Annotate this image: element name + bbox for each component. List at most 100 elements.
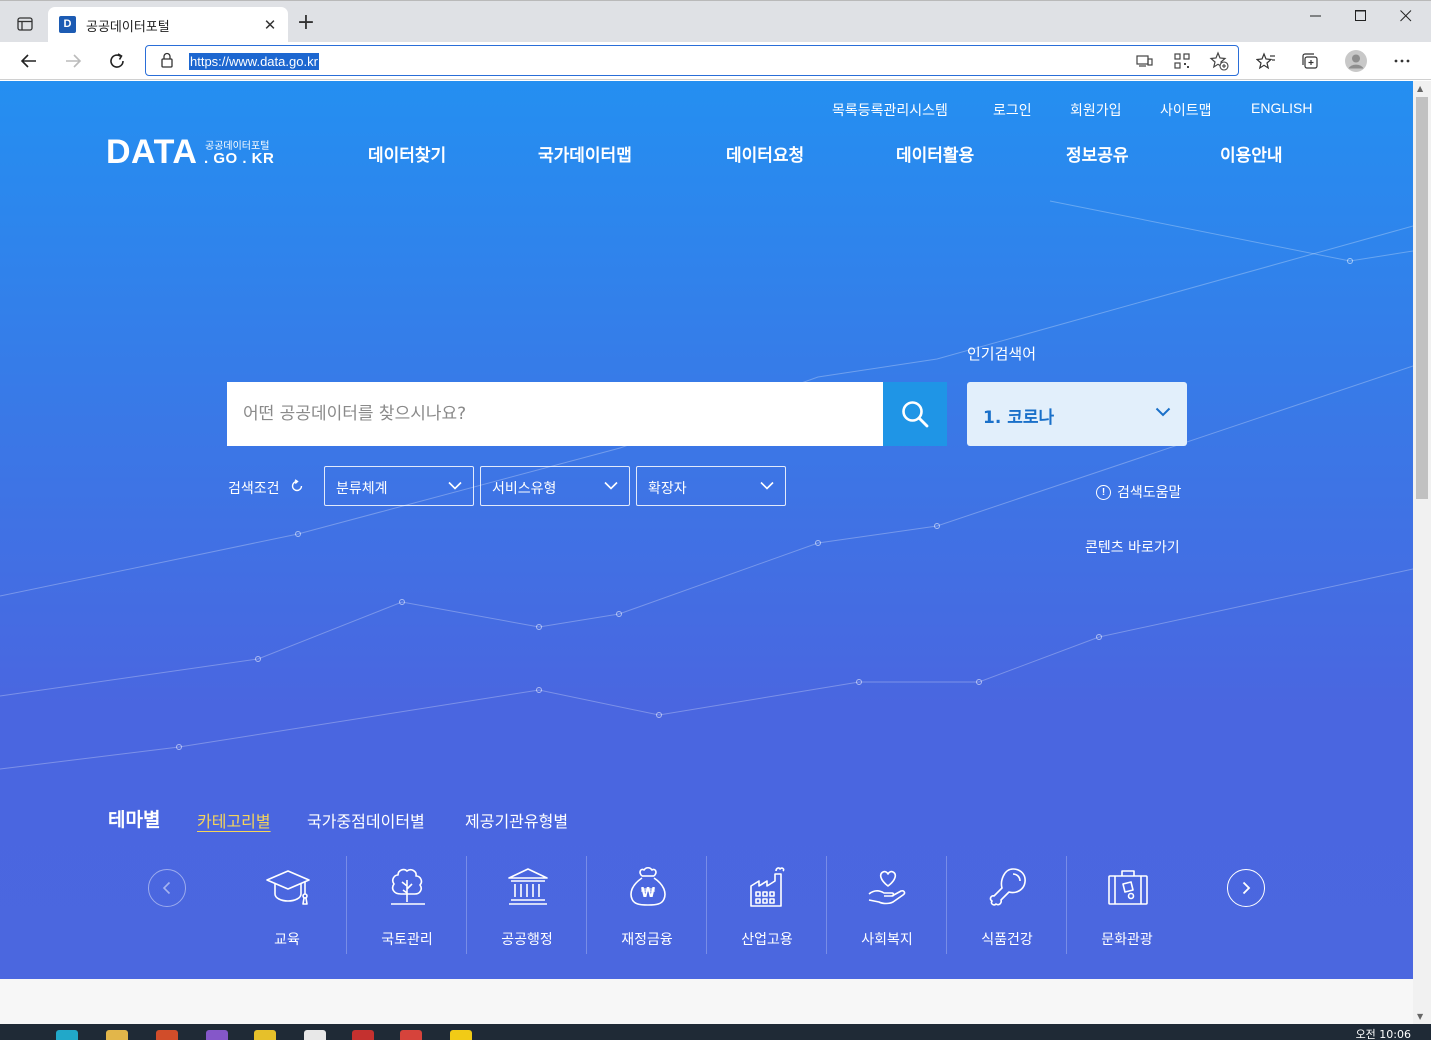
category-label: 재정금융	[621, 932, 673, 948]
lock-icon[interactable]	[160, 52, 174, 69]
util-link-catalog-system[interactable]: 목록등록관리시스템	[832, 100, 948, 120]
theme-tab-category[interactable]: 카테고리별	[197, 808, 271, 832]
nav-data-search[interactable]: 데이터찾기	[368, 141, 446, 166]
category-industry-employment[interactable]: 산업고용	[707, 856, 827, 954]
tab-close-icon[interactable]: ✕	[260, 15, 280, 35]
util-link-sitemap[interactable]: 사이트맵	[1160, 100, 1212, 120]
scroll-up-icon[interactable]: ▲	[1417, 84, 1423, 93]
category-culture-tourism[interactable]: 문화관광	[1067, 856, 1187, 954]
profile-button[interactable]	[1341, 46, 1371, 76]
decorative-line-graph	[0, 200, 1413, 770]
category-label: 산업고용	[741, 932, 793, 948]
carousel-prev-button[interactable]	[148, 869, 186, 907]
search-conditions-label: 검색조건	[228, 481, 280, 497]
nav-info-share[interactable]: 정보공유	[1066, 141, 1129, 166]
new-tab-button[interactable]: +	[293, 10, 319, 36]
maximize-icon	[1355, 10, 1366, 21]
search-input[interactable]	[227, 382, 883, 446]
scrollbar-thumb[interactable]	[1416, 97, 1428, 499]
settings-more-button[interactable]	[1387, 46, 1417, 76]
site-favicon-icon: D	[59, 16, 76, 33]
chevron-down-icon	[1155, 407, 1171, 417]
heart-hand-icon	[868, 870, 906, 905]
popular-keywords-label: 인기검색어	[967, 345, 1037, 363]
taskbar-app-icon[interactable]	[206, 1030, 228, 1040]
taskbar-app-icon[interactable]	[400, 1030, 422, 1040]
carousel-next-button[interactable]	[1227, 869, 1265, 907]
content-shortcut-link[interactable]: 콘텐츠 바로가기	[1085, 537, 1180, 557]
taskbar-app-icon[interactable]	[56, 1030, 78, 1040]
chevron-right-icon	[1242, 881, 1251, 895]
filter-label: 서비스유형	[492, 481, 557, 497]
util-link-english[interactable]: ENGLISH	[1251, 100, 1312, 116]
svg-text:₩: ₩	[641, 886, 656, 901]
graduation-cap-icon	[266, 870, 310, 905]
back-button[interactable]	[14, 46, 44, 76]
page-viewport: 목록등록관리시스템 로그인 회원가입 사이트맵 ENGLISH DATA 공공데…	[0, 81, 1413, 1024]
chevron-down-icon	[760, 481, 774, 490]
chevron-left-icon	[162, 881, 171, 895]
filter-extension-select[interactable]: 확장자	[636, 466, 786, 506]
drumstick-icon	[989, 868, 1026, 906]
arrow-left-icon	[20, 54, 36, 68]
theme-section-title: 테마별	[108, 809, 161, 831]
search-help-label: 검색도움말	[1117, 485, 1182, 501]
refresh-button[interactable]	[102, 46, 132, 76]
category-public-administration[interactable]: 공공행정	[467, 856, 587, 954]
theme-tab-provider-type[interactable]: 제공기관유형별	[465, 808, 568, 832]
util-link-signup[interactable]: 회원가입	[1070, 100, 1122, 120]
chevron-down-icon	[448, 481, 462, 490]
nav-guide[interactable]: 이용안내	[1220, 141, 1283, 166]
collections-icon	[1302, 53, 1318, 69]
category-food-health[interactable]: 식품건강	[947, 856, 1067, 954]
page-scrollbar[interactable]: ▲ ▼	[1413, 81, 1431, 1024]
util-link-login[interactable]: 로그인	[993, 100, 1032, 120]
category-education[interactable]: 교육	[227, 856, 347, 954]
qr-code-icon[interactable]	[1171, 51, 1193, 71]
search-help-link[interactable]: ! 검색도움말	[1096, 482, 1181, 502]
favorites-icon	[1256, 52, 1275, 70]
taskbar-app-icon[interactable]	[106, 1030, 128, 1040]
chevron-down-icon	[604, 481, 618, 490]
nav-data-request[interactable]: 데이터요청	[726, 141, 804, 166]
category-label: 교육	[274, 932, 300, 948]
browser-toolbar: https://www.data.go.kr	[0, 42, 1431, 80]
nav-national-data-map[interactable]: 국가데이터맵	[538, 141, 632, 166]
taskbar-app-icon[interactable]	[156, 1030, 178, 1040]
info-icon: !	[1096, 484, 1111, 500]
tree-icon	[391, 868, 425, 905]
filter-service-type-select[interactable]: 서비스유형	[480, 466, 630, 506]
taskbar-app-icon[interactable]	[352, 1030, 374, 1040]
url-text[interactable]: https://www.data.go.kr	[189, 53, 319, 70]
hero-section: 목록등록관리시스템 로그인 회원가입 사이트맵 ENGLISH DATA 공공데…	[0, 81, 1413, 979]
taskbar-app-icon[interactable]	[254, 1030, 276, 1040]
taskbar-app-icon[interactable]	[450, 1030, 472, 1040]
category-land-management[interactable]: 국토관리	[347, 856, 467, 954]
search-box	[227, 382, 947, 446]
forward-button[interactable]	[58, 46, 88, 76]
add-favorite-icon[interactable]	[1208, 51, 1230, 71]
search-button[interactable]	[883, 382, 947, 446]
category-social-welfare[interactable]: 사회복지	[827, 856, 947, 954]
scroll-down-icon[interactable]: ▼	[1417, 1012, 1423, 1021]
search-icon	[902, 401, 929, 428]
popular-keywords-dropdown[interactable]: 1. 코로나	[967, 382, 1187, 446]
arrow-right-icon	[66, 54, 82, 68]
more-dots-icon	[1394, 59, 1410, 63]
browser-tab[interactable]: D 공공데이터포털 ✕	[48, 7, 288, 43]
collections-button[interactable]	[1295, 46, 1325, 76]
taskbar-app-icon[interactable]	[304, 1030, 326, 1040]
reset-icon[interactable]	[290, 479, 304, 493]
nav-data-usage[interactable]: 데이터활용	[896, 141, 974, 166]
filter-category-select[interactable]: 분류체계	[324, 466, 474, 506]
close-icon	[1400, 10, 1412, 22]
read-aloud-icon[interactable]	[1134, 51, 1156, 71]
tab-actions-icon[interactable]	[12, 12, 38, 36]
category-finance[interactable]: ₩ 재정금융	[587, 856, 707, 954]
category-label: 식품건강	[981, 932, 1033, 948]
minimize-icon	[1310, 15, 1321, 17]
address-bar[interactable]: https://www.data.go.kr	[145, 45, 1239, 76]
favorites-button[interactable]	[1251, 46, 1281, 76]
theme-tab-national-key-data[interactable]: 국가중점데이터별	[307, 808, 425, 832]
logo-domain: . GO . KR	[204, 150, 275, 167]
